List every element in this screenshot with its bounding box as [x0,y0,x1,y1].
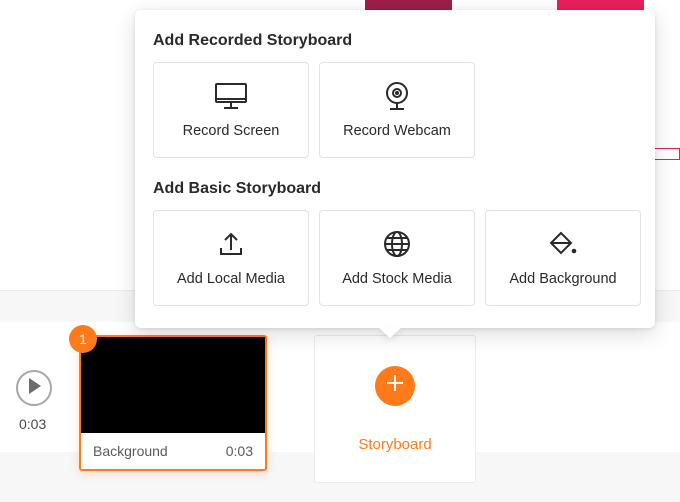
record-screen-button[interactable]: Record Screen [153,62,309,158]
bg-tile-decor [557,0,644,10]
screen-icon [214,81,248,111]
global-time-label: 0:03 [19,416,46,432]
add-storyboard-label: Storyboard [358,436,431,453]
recorded-section-title: Add Recorded Storyboard [153,32,637,50]
play-button[interactable] [16,370,52,406]
plus-icon [385,373,405,398]
record-webcam-button[interactable]: Record Webcam [319,62,475,158]
option-label: Record Screen [183,123,280,139]
play-icon [26,378,42,399]
add-stock-media-button[interactable]: Add Stock Media [319,210,475,306]
fill-icon [546,229,580,259]
bg-tile-decor [653,148,680,160]
basic-section-title: Add Basic Storyboard [153,180,637,198]
clip-duration: 0:03 [226,443,253,459]
clip-thumbnail: 1 [81,337,265,433]
option-label: Add Stock Media [342,271,452,287]
bg-tile-decor [365,0,452,10]
add-storyboard-popover: Add Recorded Storyboard Record Screen [135,10,655,328]
add-local-media-button[interactable]: Add Local Media [153,210,309,306]
globe-icon [380,229,414,259]
option-label: Add Background [509,271,616,287]
option-label: Record Webcam [343,123,451,139]
upload-icon [214,229,248,259]
option-label: Add Local Media [177,271,285,287]
add-circle [375,366,415,406]
storyboard-clip[interactable]: 1 Background 0:03 [79,335,267,471]
add-storyboard-tile[interactable]: Storyboard [314,335,476,483]
clip-title: Background [93,443,168,459]
webcam-icon [380,81,414,111]
add-background-button[interactable]: Add Background [485,210,641,306]
clip-index-badge: 1 [69,325,97,353]
